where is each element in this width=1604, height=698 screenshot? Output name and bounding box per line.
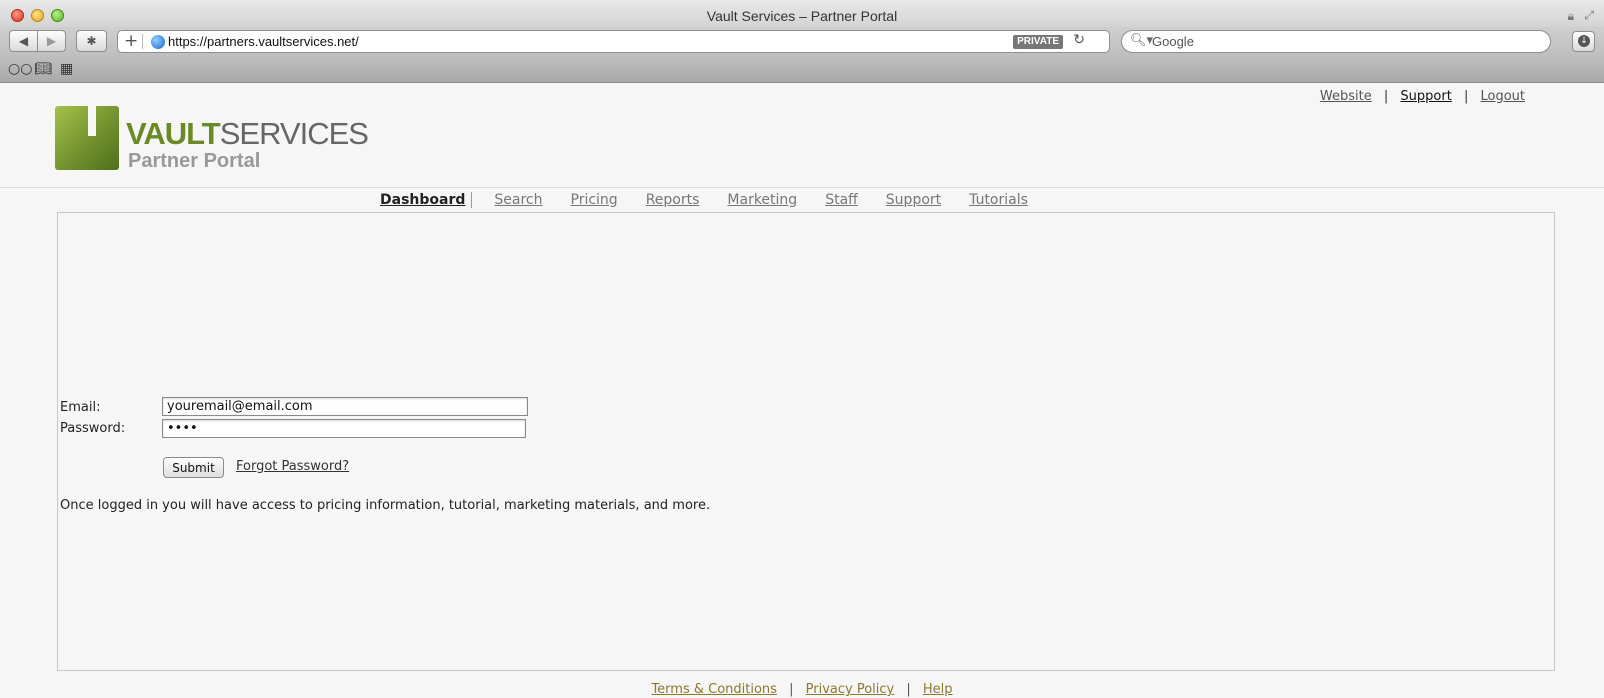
forward-button[interactable]: ▶	[37, 30, 66, 52]
password-field[interactable]	[162, 419, 526, 438]
logo-mark[interactable]	[55, 106, 119, 170]
footer-separator: |	[789, 682, 794, 697]
top-link-separator: |	[1463, 89, 1469, 104]
submit-button[interactable]: Submit	[163, 457, 224, 478]
content-panel	[57, 212, 1555, 671]
address-bar-divider	[142, 34, 143, 49]
email-field[interactable]	[162, 397, 528, 416]
logo-vault-text: VAULT	[126, 116, 221, 151]
search-input[interactable]	[1150, 32, 1530, 51]
logout-link[interactable]: Logout	[1480, 89, 1525, 104]
logo-subtitle: Partner Portal	[128, 150, 261, 172]
nav-dashboard[interactable]: Dashboard	[380, 192, 473, 208]
support-link[interactable]: Support	[1400, 89, 1451, 104]
lock-icon: 🔒︎	[1567, 9, 1574, 23]
browser-toolbar: ◀ ▶ ✱ + https://partners.vaultservices.n…	[0, 27, 1604, 59]
nav-marketing[interactable]: Marketing	[727, 192, 797, 208]
top-link-separator: |	[1383, 89, 1389, 104]
private-badge: PRIVATE	[1013, 35, 1063, 49]
fullscreen-icon[interactable]: ⤢	[1584, 8, 1594, 23]
privacy-link[interactable]: Privacy Policy	[806, 682, 895, 697]
website-link[interactable]: Website	[1320, 89, 1372, 104]
download-icon: ↓	[1578, 35, 1590, 47]
logo-wordmark[interactable]: VAULTSERVICES	[126, 116, 369, 151]
search-bar[interactable]: 🔍︎▾	[1121, 30, 1551, 53]
forgot-password-link[interactable]: Forgot Password?	[236, 459, 349, 474]
nav-support[interactable]: Support	[886, 192, 941, 208]
logo-services-text: SERVICES	[219, 116, 369, 151]
top-links: Website | Support | Logout	[1320, 89, 1525, 104]
nav-search[interactable]: Search	[494, 192, 542, 208]
bookmarks-bar: ○○ 📖︎ ▦	[0, 59, 1604, 83]
book-icon[interactable]: 📖︎	[34, 61, 52, 77]
reload-icon[interactable]: ↻	[1073, 32, 1085, 48]
glasses-icon[interactable]: ○○	[8, 61, 32, 77]
nav-tutorials[interactable]: Tutorials	[969, 192, 1028, 208]
footer: Terms & Conditions | Privacy Policy | He…	[0, 682, 1604, 697]
footer-separator: |	[906, 682, 911, 697]
email-label: Email:	[60, 400, 101, 415]
plus-icon[interactable]: +	[124, 31, 138, 52]
nav-pricing[interactable]: Pricing	[571, 192, 618, 208]
main-nav: Dashboard Search Pricing Reports Marketi…	[380, 187, 1056, 213]
back-button[interactable]: ◀	[9, 30, 38, 52]
window-title: Vault Services – Partner Portal	[706, 8, 898, 24]
password-label: Password:	[60, 421, 126, 436]
url-text[interactable]: https://partners.vaultservices.net/	[168, 34, 359, 49]
login-info-text: Once logged in you will have access to p…	[60, 498, 711, 513]
globe-icon	[151, 35, 165, 49]
terms-link[interactable]: Terms & Conditions	[651, 682, 777, 697]
grid-icon[interactable]: ▦	[60, 61, 73, 77]
extension-button[interactable]: ✱	[76, 30, 107, 52]
logo-dot	[90, 116, 96, 122]
nav-reports[interactable]: Reports	[646, 192, 700, 208]
nav-staff[interactable]: Staff	[825, 192, 858, 208]
address-bar[interactable]: + https://partners.vaultservices.net/ PR…	[117, 30, 1110, 53]
help-link[interactable]: Help	[923, 682, 953, 697]
downloads-button[interactable]: ↓	[1572, 31, 1595, 52]
